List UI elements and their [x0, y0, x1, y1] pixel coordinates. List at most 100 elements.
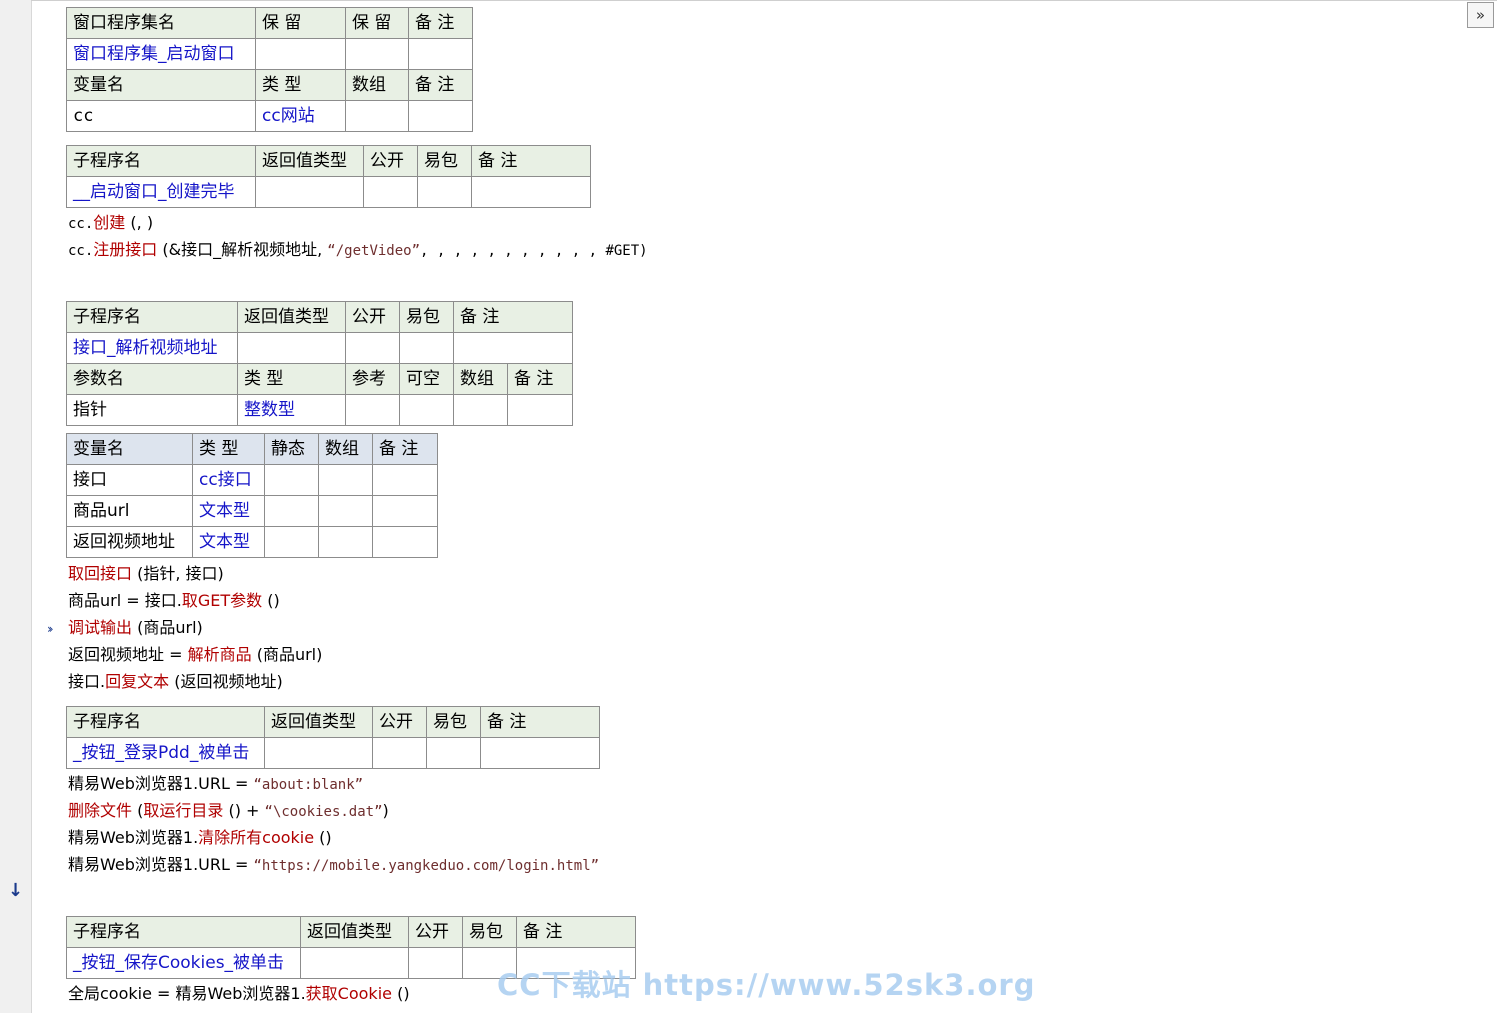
code-function: 获取Cookie: [305, 984, 392, 1003]
table-cell[interactable]: [471, 176, 591, 208]
param-type-cell[interactable]: 整数型: [237, 394, 346, 426]
variable-name-cell[interactable]: 接口: [66, 464, 193, 496]
code-args: (&接口_解析视频地址,: [157, 240, 328, 259]
table-cell[interactable]: [264, 526, 319, 558]
variable-type-cell[interactable]: cc网站: [255, 100, 346, 132]
param-name-cell[interactable]: 指针: [66, 394, 238, 426]
header-cell: 窗口程序集名: [66, 7, 256, 39]
table-cell[interactable]: [453, 332, 573, 364]
table-cell[interactable]: [408, 947, 463, 979]
table-cell[interactable]: [237, 332, 346, 364]
code-function: 清除所有cookie: [198, 828, 315, 847]
expand-panel-button[interactable]: »: [1467, 2, 1494, 28]
assembly-name-cell[interactable]: 窗口程序集_启动窗口: [66, 38, 256, 70]
table-cell[interactable]: [372, 526, 438, 558]
header-cell: 变量名: [66, 69, 256, 101]
table-cell[interactable]: [318, 526, 373, 558]
table-cell[interactable]: [318, 495, 373, 527]
header-cell: 备 注: [408, 7, 473, 39]
table-cell[interactable]: [507, 394, 573, 426]
code-line[interactable]: 精易Web浏览器1.URL = “about:blank”: [68, 773, 363, 796]
down-arrow-icon: ↓: [8, 880, 24, 901]
table-cell[interactable]: [372, 464, 438, 496]
table-cell[interactable]: [264, 464, 319, 496]
table-cell[interactable]: [318, 464, 373, 496]
code-line[interactable]: 全局cookie = 精易Web浏览器1.获取Cookie (): [68, 983, 410, 1005]
code-line[interactable]: cc.创建 (, ): [68, 212, 153, 235]
code-args: (, ): [125, 213, 154, 232]
header-cell: 数组: [453, 363, 508, 395]
table-cell[interactable]: [345, 38, 409, 70]
local-variables-table: 变量名 类 型 静态 数组 备 注 接口 cc接口 商品url 文本型 返回视频…: [66, 433, 438, 558]
table-cell[interactable]: [408, 100, 473, 132]
table-cell[interactable]: [255, 176, 364, 208]
table-cell[interactable]: [372, 737, 427, 769]
variable-name-cell[interactable]: 返回视频地址: [66, 526, 193, 558]
code-line[interactable]: 商品url = 接口.取GET参数 (): [68, 590, 280, 612]
variable-name-cell[interactable]: 商品url: [66, 495, 193, 527]
subroutine-table-2: 子程序名 返回值类型 公开 易包 备 注 接口_解析视频地址 参数名 类 型 参…: [66, 301, 573, 426]
variable-type-cell[interactable]: 文本型: [192, 526, 265, 558]
code-string: “about:blank”: [253, 777, 364, 793]
table-cell[interactable]: [480, 737, 600, 769]
table-cell[interactable]: [255, 38, 346, 70]
code-line[interactable]: 调试输出 (商品url): [68, 617, 203, 639]
table-cell[interactable]: [300, 947, 409, 979]
code-function: 取运行目录: [143, 801, 224, 820]
code-args: (商品url): [251, 645, 323, 664]
top-border: [31, 0, 1497, 1]
code-line[interactable]: 精易Web浏览器1.清除所有cookie (): [68, 827, 332, 849]
header-cell: 保 留: [345, 7, 409, 39]
code-line[interactable]: 返回视频地址 = 解析商品 (商品url): [68, 644, 322, 666]
watermark-text: CC下载站 https://www.52sk3.org: [497, 968, 1036, 1002]
code-line[interactable]: cc.注册接口 (&接口_解析视频地址, “/getVideo”, , , , …: [68, 239, 648, 262]
table-cell[interactable]: [345, 332, 400, 364]
header-cell: 易包: [426, 706, 481, 738]
table-cell[interactable]: [363, 176, 418, 208]
header-cell: 子程序名: [66, 145, 256, 177]
subroutine-table-3: 子程序名 返回值类型 公开 易包 备 注 _按钮_登录Pdd_被单击: [66, 706, 600, 769]
table-row: 返回视频地址 文本型: [66, 526, 438, 558]
table-cell[interactable]: [372, 495, 438, 527]
table-row: 商品url 文本型: [66, 495, 438, 527]
code-line[interactable]: 精易Web浏览器1.URL = “https://mobile.yangkedu…: [68, 854, 599, 877]
code-line[interactable]: 删除文件 (取运行目录 () + “\cookies.dat”): [68, 800, 389, 823]
code-string: “\cookies.dat”: [264, 804, 383, 820]
code-function: 调试输出: [68, 618, 133, 637]
header-cell: 返回值类型: [264, 706, 373, 738]
code-line[interactable]: 取回接口 (指针, 接口): [68, 563, 224, 585]
header-cell: 备 注: [453, 301, 573, 333]
table-cell[interactable]: [426, 737, 481, 769]
variable-type-cell[interactable]: 文本型: [192, 495, 265, 527]
code-function: 创建: [93, 213, 126, 232]
code-string: “/getVideo”: [327, 243, 421, 259]
header-cell: 公开: [372, 706, 427, 738]
subroutine-name-cell[interactable]: 接口_解析视频地址: [66, 332, 238, 364]
table-cell[interactable]: [399, 332, 454, 364]
table-cell[interactable]: [399, 394, 454, 426]
table-cell[interactable]: [417, 176, 472, 208]
subroutine-name-cell[interactable]: _按钮_保存Cookies_被单击: [66, 947, 301, 979]
header-cell: 数组: [345, 69, 409, 101]
table-cell[interactable]: [345, 100, 409, 132]
code-object: cc.: [68, 216, 94, 232]
table-cell[interactable]: [453, 394, 508, 426]
code-object: cc.: [68, 243, 94, 259]
header-cell: 子程序名: [66, 916, 301, 948]
table-cell[interactable]: [264, 495, 319, 527]
code-prefix: 精易Web浏览器1.URL =: [68, 774, 254, 793]
variable-type-cell[interactable]: cc接口: [192, 464, 265, 496]
header-cell: 变量名: [66, 433, 193, 465]
code-line[interactable]: 接口.回复文本 (返回视频地址): [68, 671, 283, 693]
code-args: (): [262, 591, 280, 610]
table-cell[interactable]: [264, 737, 373, 769]
code-args: , , , , , , , , , , , #GET): [420, 243, 648, 259]
table-cell[interactable]: [408, 38, 473, 70]
subroutine-name-cell[interactable]: _按钮_登录Pdd_被单击: [66, 737, 265, 769]
table-cell[interactable]: [345, 394, 400, 426]
header-cell: 子程序名: [66, 706, 265, 738]
header-cell: 静态: [264, 433, 319, 465]
subroutine-name-cell[interactable]: __启动窗口_创建完毕: [66, 176, 256, 208]
variable-name-cell[interactable]: cc: [66, 100, 256, 132]
code-function: 注册接口: [93, 240, 158, 259]
